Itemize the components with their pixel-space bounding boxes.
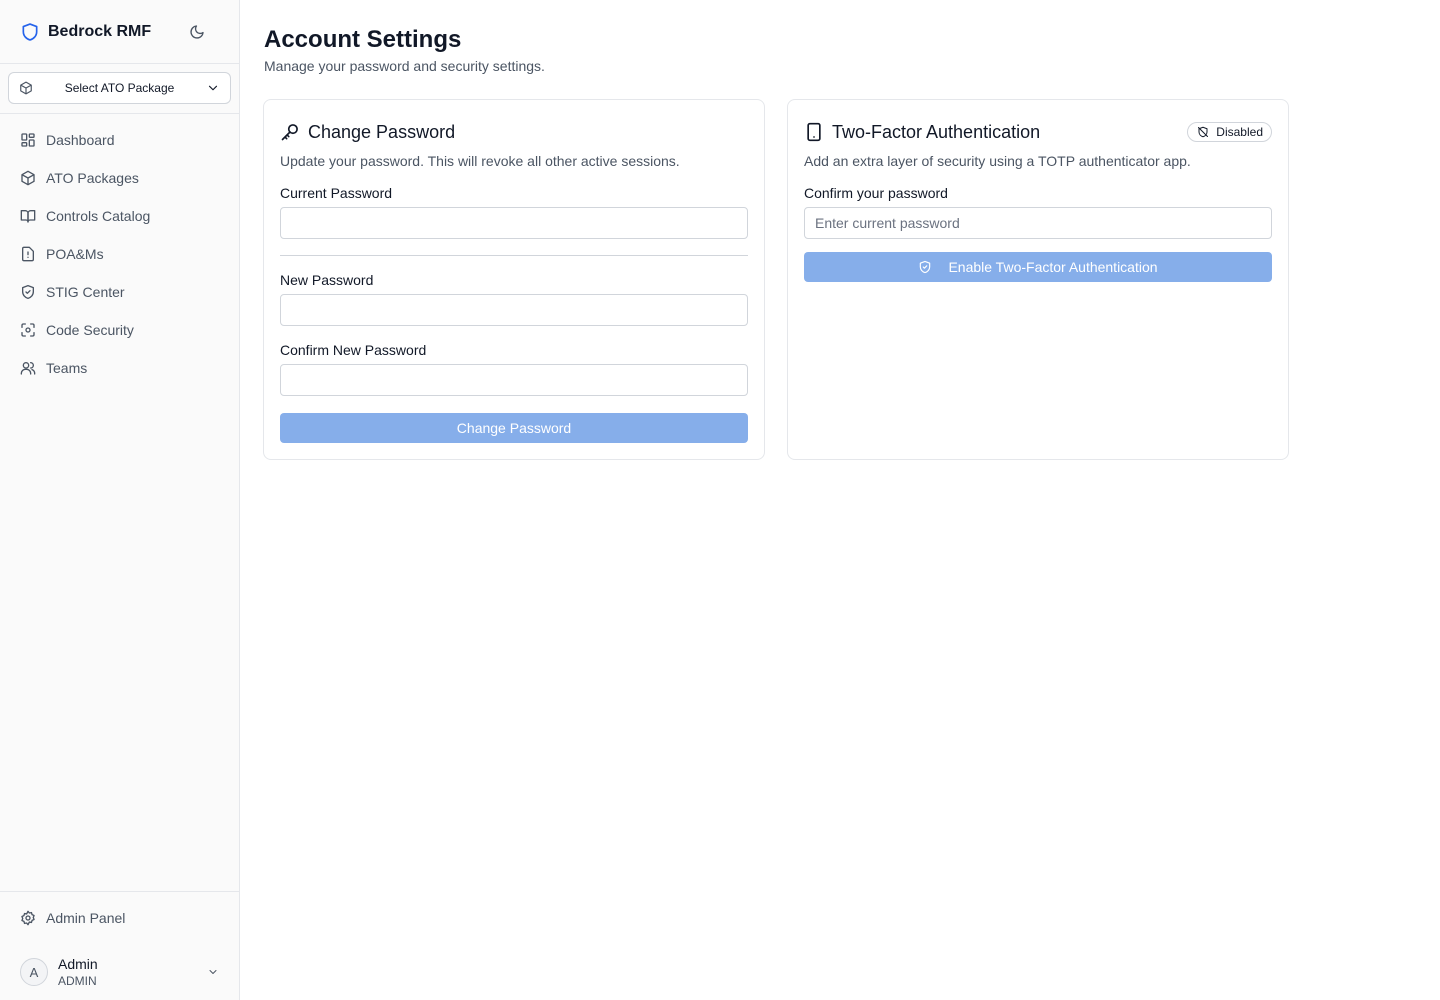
sidebar-item-label: Code Security xyxy=(46,322,134,338)
card-header: Change Password xyxy=(280,118,748,146)
status-badge: Disabled xyxy=(1187,122,1272,142)
confirm-new-password-label: Confirm New Password xyxy=(280,342,427,358)
sidebar-item-code-security[interactable]: Code Security xyxy=(0,311,239,349)
sidebar-item-admin-panel[interactable]: Admin Panel xyxy=(0,892,239,944)
users-icon xyxy=(20,360,36,376)
confirm-password-field[interactable] xyxy=(804,207,1272,239)
package-selector-wrap: Select ATO Package xyxy=(0,64,239,114)
current-password-label: Current Password xyxy=(280,185,393,201)
confirm-password-label: Confirm your password xyxy=(804,185,948,201)
main-content: Account Settings Manage your password an… xyxy=(240,0,1440,1000)
divider xyxy=(280,255,748,256)
sidebar-item-label: POA&Ms xyxy=(46,246,104,262)
sidebar-item-stig-center[interactable]: STIG Center xyxy=(0,273,239,311)
book-icon xyxy=(20,208,36,224)
user-role: ADMIN xyxy=(58,974,97,988)
card-description: Update your password. This will revoke a… xyxy=(280,153,680,169)
user-name: Admin xyxy=(58,956,98,972)
sidebar-item-label: Teams xyxy=(46,360,88,376)
sidebar-item-teams[interactable]: Teams xyxy=(0,349,239,387)
sidebar-item-controls-catalog[interactable]: Controls Catalog xyxy=(0,197,239,235)
ato-package-select-label: Select ATO Package xyxy=(64,81,175,95)
new-password-label: New Password xyxy=(280,272,374,288)
current-password-field[interactable] xyxy=(280,207,748,239)
scan-icon xyxy=(20,322,36,338)
card-header: Two-Factor Authentication Disabled xyxy=(804,118,1272,146)
avatar: A xyxy=(20,958,48,986)
card-description: Add an extra layer of security using a T… xyxy=(804,153,1191,169)
chevron-down-icon xyxy=(206,81,220,95)
enable-two-factor-button[interactable]: Enable Two-Factor Authentication xyxy=(804,252,1272,282)
app-name: Bedrock RMF xyxy=(48,22,152,40)
file-alert-icon xyxy=(20,246,36,262)
shield-check-icon xyxy=(20,284,36,300)
sidebar-item-ato-packages[interactable]: ATO Packages xyxy=(0,159,239,197)
sidebar: Bedrock RMF Select ATO Package Dashboard xyxy=(0,0,240,1000)
page-title: Account Settings xyxy=(264,26,462,53)
page-subtitle: Manage your password and security settin… xyxy=(264,58,545,74)
sidebar-item-label: ATO Packages xyxy=(46,170,139,186)
key-icon xyxy=(280,122,300,142)
gear-icon xyxy=(20,910,36,926)
user-menu[interactable]: A Admin ADMIN xyxy=(0,944,239,1000)
brand-header: Bedrock RMF xyxy=(0,0,239,64)
dashboard-icon xyxy=(20,132,36,148)
confirm-new-password-field[interactable] xyxy=(280,364,748,396)
user-meta: Admin ADMIN xyxy=(58,955,207,989)
smartphone-icon xyxy=(804,122,824,142)
two-factor-card: Two-Factor Authentication Disabled Add a… xyxy=(787,99,1289,460)
ato-package-select[interactable]: Select ATO Package xyxy=(8,72,231,104)
change-password-card: Change Password Update your password. Th… xyxy=(263,99,765,460)
shield-off-icon xyxy=(1197,126,1209,138)
card-title: Change Password xyxy=(308,121,456,142)
sidebar-item-poams[interactable]: POA&Ms xyxy=(0,235,239,273)
card-title: Two-Factor Authentication xyxy=(832,121,1041,142)
sidebar-item-label: Dashboard xyxy=(46,132,115,148)
sidebar-item-label: Admin Panel xyxy=(46,910,126,926)
sidebar-nav: Dashboard ATO Packages Controls Catalog … xyxy=(0,114,239,387)
package-icon xyxy=(20,170,36,186)
sidebar-item-dashboard[interactable]: Dashboard xyxy=(0,121,239,159)
shield-icon xyxy=(20,22,40,42)
sidebar-item-label: Controls Catalog xyxy=(46,208,151,224)
shield-check-icon xyxy=(918,260,932,274)
sidebar-footer: Admin Panel A Admin ADMIN xyxy=(0,891,239,1000)
status-badge-label: Disabled xyxy=(1216,125,1263,139)
change-password-button[interactable]: Change Password xyxy=(280,413,748,443)
new-password-field[interactable] xyxy=(280,294,748,326)
enable-two-factor-label: Enable Two-Factor Authentication xyxy=(948,259,1158,275)
moon-icon xyxy=(189,24,205,40)
chevron-down-icon xyxy=(207,966,219,978)
sidebar-item-label: STIG Center xyxy=(46,284,125,300)
theme-toggle-button[interactable] xyxy=(183,18,211,46)
package-icon xyxy=(19,81,33,95)
